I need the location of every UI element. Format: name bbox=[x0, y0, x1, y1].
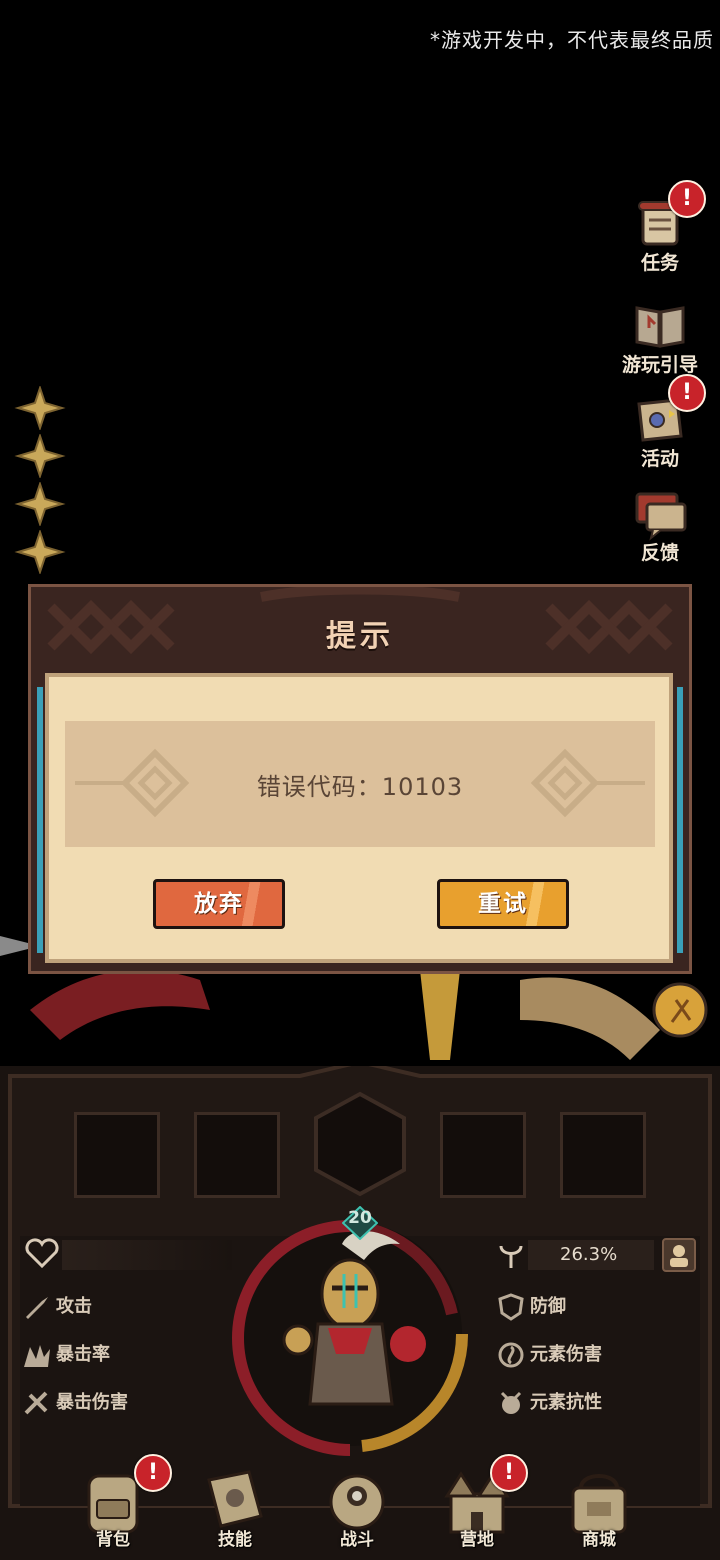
error-dialog: 提示 错误代码：10103 放弃 重试 bbox=[28, 584, 692, 974]
star-icon bbox=[14, 384, 66, 432]
nav-shop[interactable]: 商城 bbox=[544, 1466, 654, 1560]
stat-element-damage: 元素伤害 bbox=[496, 1340, 602, 1370]
stat-element-resist: 元素抗性 bbox=[496, 1388, 602, 1418]
alert-badge: ! bbox=[490, 1454, 528, 1492]
alert-badge: ! bbox=[668, 180, 706, 218]
trophy-icon bbox=[499, 1245, 523, 1268]
stat-label: 暴击率 bbox=[56, 1344, 110, 1365]
stat-label: 防御 bbox=[530, 1296, 566, 1317]
element-damage-icon bbox=[498, 1342, 524, 1368]
star-icon bbox=[14, 432, 66, 480]
shield-defense-icon bbox=[498, 1293, 524, 1321]
hp-bar bbox=[62, 1240, 232, 1270]
stat-label: 攻击 bbox=[56, 1296, 92, 1317]
nav-battle[interactable]: 战斗 bbox=[302, 1466, 412, 1560]
star-icon bbox=[14, 480, 66, 528]
menu-feedback[interactable]: 反馈 bbox=[614, 486, 706, 565]
nav-skills[interactable]: 技能 bbox=[180, 1466, 290, 1560]
progress-percent: 26.3% bbox=[560, 1244, 618, 1265]
stat-label: 暴击伤害 bbox=[56, 1392, 128, 1413]
nav-camp[interactable]: 营地 ! bbox=[422, 1454, 532, 1560]
menu-quest-label: 任务 bbox=[640, 252, 679, 274]
crit-rate-icon bbox=[24, 1345, 50, 1367]
message-box: 错误代码：10103 bbox=[65, 721, 655, 847]
nav-label: 营地 bbox=[460, 1530, 494, 1550]
menu-guide[interactable]: 游玩引导 bbox=[614, 298, 706, 377]
nav-label: 商城 bbox=[582, 1530, 616, 1550]
dialog-body: 错误代码：10103 放弃 重试 bbox=[45, 673, 673, 963]
dialog-rail bbox=[677, 687, 683, 953]
feedback-chat-icon bbox=[629, 486, 691, 542]
error-message: 错误代码：10103 bbox=[256, 773, 464, 801]
nav-label: 背包 bbox=[96, 1530, 130, 1550]
equip-slot[interactable] bbox=[440, 1112, 526, 1198]
menu-feedback-label: 反馈 bbox=[640, 542, 679, 564]
star-icon bbox=[14, 528, 66, 576]
dialog-rail bbox=[37, 687, 43, 953]
dev-notice: *游戏开发中，不代表最终品质 bbox=[430, 28, 714, 52]
stat-attack: 攻击 bbox=[22, 1292, 92, 1322]
menu-event[interactable]: 活动 ! bbox=[614, 374, 706, 471]
retry-button[interactable]: 重试 bbox=[437, 879, 569, 929]
stat-crit-damage: 暴击伤害 bbox=[22, 1388, 128, 1418]
alert-badge: ! bbox=[668, 374, 706, 412]
heart-icon bbox=[25, 1238, 59, 1269]
equip-slot-center[interactable] bbox=[312, 1090, 408, 1200]
hero-portrait[interactable] bbox=[232, 1204, 468, 1458]
menu-guide-label: 游玩引导 bbox=[621, 354, 698, 376]
dialog-title: 提示 bbox=[326, 619, 394, 654]
sword-attack-icon bbox=[26, 1297, 48, 1319]
stat-defense: 防御 bbox=[496, 1292, 566, 1322]
star-column bbox=[14, 384, 68, 578]
equip-slot[interactable] bbox=[560, 1112, 646, 1198]
alert-badge: ! bbox=[134, 1454, 172, 1492]
equip-slot[interactable] bbox=[74, 1112, 160, 1198]
person-icon bbox=[670, 1245, 688, 1267]
guide-book-icon bbox=[629, 298, 691, 354]
nav-backpack[interactable]: 背包 ! bbox=[58, 1454, 172, 1560]
abandon-button[interactable]: 放弃 bbox=[153, 879, 285, 929]
element-resist-icon bbox=[500, 1391, 522, 1414]
profile-button[interactable] bbox=[662, 1238, 696, 1272]
menu-event-label: 活动 bbox=[640, 448, 679, 470]
stat-label: 元素伤害 bbox=[530, 1344, 602, 1365]
equip-slot[interactable] bbox=[194, 1112, 280, 1198]
crit-damage-icon bbox=[24, 1391, 48, 1415]
stat-label: 元素抗性 bbox=[530, 1392, 602, 1413]
nav-label: 技能 bbox=[218, 1530, 252, 1550]
nav-label: 战斗 bbox=[340, 1530, 374, 1550]
hero-level: 20 bbox=[348, 1208, 372, 1228]
menu-quest[interactable]: 任务 ! bbox=[614, 180, 706, 275]
stat-crit-rate: 暴击率 bbox=[22, 1340, 110, 1370]
